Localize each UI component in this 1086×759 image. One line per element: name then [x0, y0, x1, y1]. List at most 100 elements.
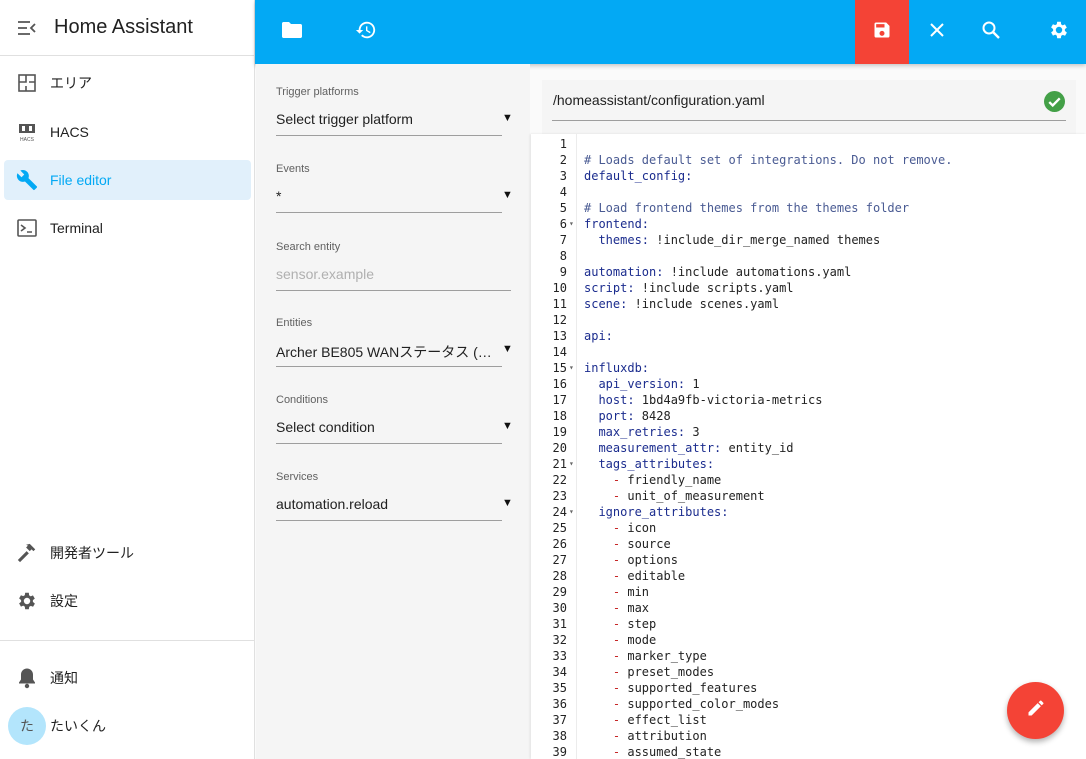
helper-panel: Trigger platforms Select trigger platfor…: [256, 64, 530, 759]
wrench-icon: [4, 160, 50, 200]
settings-icon: [1048, 19, 1070, 46]
code-line[interactable]: 18 port: 8428: [531, 408, 1086, 424]
line-number: 22: [552, 473, 567, 487]
save-button[interactable]: [855, 0, 909, 64]
code-line[interactable]: 20 measurement_attr: entity_id: [531, 440, 1086, 456]
close-button[interactable]: [910, 0, 964, 64]
code-line[interactable]: 25 - icon: [531, 520, 1086, 536]
sidebar-item-terminal[interactable]: Terminal: [4, 208, 251, 248]
code-text: default_config:: [584, 169, 693, 183]
sidebar-item-user[interactable]: た たいくん: [4, 706, 251, 746]
field-underline: [276, 443, 502, 444]
code-line[interactable]: 31 - step: [531, 616, 1086, 632]
code-line[interactable]: 13 api:: [531, 328, 1086, 344]
fold-arrow-icon[interactable]: ▾: [569, 216, 574, 232]
code-line[interactable]: 33 - marker_type: [531, 648, 1086, 664]
conditions-select[interactable]: Conditions Select condition ▼: [276, 394, 513, 444]
sidebar-item-notifications[interactable]: 通知: [4, 658, 251, 698]
code-line[interactable]: 10 script: !include scripts.yaml: [531, 280, 1086, 296]
field-label: Events: [276, 163, 310, 175]
code-text: - marker_type: [612, 649, 707, 663]
code-line[interactable]: 27 - options: [531, 552, 1086, 568]
svg-text:HACS: HACS: [20, 137, 35, 143]
sidebar-item-settings[interactable]: 設定: [4, 581, 251, 621]
code-text: api:: [584, 329, 613, 343]
line-number: 23: [552, 489, 567, 503]
folder-button[interactable]: [265, 0, 319, 64]
code-text: - attribution: [612, 729, 707, 743]
code-line[interactable]: 24 ▾ ignore_attributes:: [531, 504, 1086, 520]
code-line[interactable]: 22 - friendly_name: [531, 472, 1086, 488]
code-line[interactable]: 26 - source: [531, 536, 1086, 552]
code-line[interactable]: 35 - supported_features: [531, 680, 1086, 696]
line-number: 13: [552, 329, 567, 343]
menu-toggle-icon[interactable]: [0, 0, 54, 56]
console-icon: [4, 208, 50, 248]
code-line[interactable]: 9 automation: !include automations.yaml: [531, 264, 1086, 280]
sidebar-item-hacs[interactable]: HACS HACS: [4, 112, 251, 152]
code-line[interactable]: 8: [531, 248, 1086, 264]
history-button[interactable]: [339, 0, 393, 64]
code-line[interactable]: 14: [531, 344, 1086, 360]
code-line[interactable]: 30 - max: [531, 600, 1086, 616]
code-line[interactable]: 23 - unit_of_measurement: [531, 488, 1086, 504]
line-number: 35: [552, 681, 567, 695]
code-line[interactable]: 17 host: 1bd4a9fb-victoria-metrics: [531, 392, 1086, 408]
hacs-icon: HACS: [4, 112, 50, 152]
file-path-field[interactable]: /homeassistant/configuration.yaml: [542, 80, 1076, 134]
code-line[interactable]: 37 - effect_list: [531, 712, 1086, 728]
code-line[interactable]: 12: [531, 312, 1086, 328]
sidebar-item-file-editor[interactable]: File editor: [4, 160, 251, 200]
code-editor[interactable]: 1 2 # Loads default set of integrations. D…: [531, 134, 1086, 759]
code-line[interactable]: 1: [531, 136, 1086, 152]
fold-arrow-icon[interactable]: ▾: [569, 504, 574, 520]
fold-arrow-icon[interactable]: ▾: [569, 456, 574, 472]
code-line[interactable]: 2 # Loads default set of integrations. Do…: [531, 152, 1086, 168]
line-number: 37: [552, 713, 567, 727]
code-line[interactable]: 21 ▾ tags_attributes:: [531, 456, 1086, 472]
code-line[interactable]: 7 themes: !include_dir_merge_named theme…: [531, 232, 1086, 248]
entities-select[interactable]: Entities Archer BE805 WANステータス (binary_s…: [276, 317, 513, 367]
field-label: Conditions: [276, 394, 328, 406]
code-line[interactable]: 32 - mode: [531, 632, 1086, 648]
fold-arrow-icon[interactable]: ▾: [569, 360, 574, 376]
code-line[interactable]: 19 max_retries: 3: [531, 424, 1086, 440]
code-line[interactable]: 39 - assumed_state: [531, 744, 1086, 759]
code-line[interactable]: 5 # Load frontend themes from the themes …: [531, 200, 1086, 216]
code-line[interactable]: 34 - preset_modes: [531, 664, 1086, 680]
code-line[interactable]: 3 default_config:: [531, 168, 1086, 184]
search-button[interactable]: [964, 0, 1018, 64]
code-line[interactable]: 28 - editable: [531, 568, 1086, 584]
line-number: 32: [552, 633, 567, 647]
code-line[interactable]: 36 - supported_color_modes: [531, 696, 1086, 712]
file-path: /homeassistant/configuration.yaml: [553, 92, 765, 108]
field-label: Services: [276, 471, 319, 483]
edit-fab-button[interactable]: [1007, 682, 1064, 739]
code-line[interactable]: 6 ▾ frontend:: [531, 216, 1086, 232]
code-line[interactable]: 29 - min: [531, 584, 1086, 600]
code-line[interactable]: 38 - attribution: [531, 728, 1086, 744]
sidebar-item-area[interactable]: エリア: [4, 63, 251, 103]
line-number: 21: [552, 457, 567, 471]
search-entity-input[interactable]: Search entity sensor.example: [276, 241, 511, 291]
user-name: たいくん: [50, 718, 106, 734]
sidebar-header: Home Assistant: [0, 0, 254, 56]
trigger-platform-select[interactable]: Trigger platforms Select trigger platfor…: [276, 86, 513, 136]
code-line[interactable]: 15 ▾ influxdb:: [531, 360, 1086, 376]
code-line[interactable]: 11 scene: !include scenes.yaml: [531, 296, 1086, 312]
gear-icon: [4, 581, 50, 621]
code-text: script: !include scripts.yaml: [584, 281, 794, 295]
code-line[interactable]: 4: [531, 184, 1086, 200]
field-underline: [276, 135, 502, 136]
settings-button[interactable]: [1032, 0, 1086, 64]
sidebar-item-developer-tools[interactable]: 開発者ツール: [4, 533, 251, 573]
bell-icon: [4, 658, 50, 698]
sidebar-item-label: File editor: [50, 172, 112, 188]
line-number: 11: [552, 297, 567, 311]
line-number: 25: [552, 521, 567, 535]
services-select[interactable]: Services automation.reload ▼: [276, 471, 513, 521]
field-label: Search entity: [276, 241, 341, 253]
events-select[interactable]: Events * ▼: [276, 163, 513, 213]
line-number: 28: [552, 569, 567, 583]
code-line[interactable]: 16 api_version: 1: [531, 376, 1086, 392]
